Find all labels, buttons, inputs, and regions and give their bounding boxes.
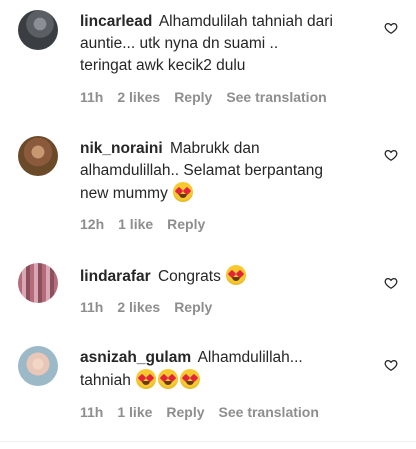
comment-text: nik_noraini Mabrukk dan alhamdulillah.. …: [80, 140, 323, 202]
comment-meta: 11h 2 likes Reply: [80, 299, 212, 315]
see-translation-link[interactable]: See translation: [219, 404, 319, 420]
likes-count[interactable]: 1 like: [117, 404, 152, 420]
avatar[interactable]: [18, 263, 58, 303]
reply-button[interactable]: Reply: [174, 299, 212, 315]
heart-outline-icon[interactable]: [384, 21, 398, 35]
heart-eyes-emoji: [180, 369, 201, 389]
likes-count[interactable]: 1 like: [118, 216, 153, 232]
likes-count[interactable]: 2 likes: [117, 89, 160, 105]
username[interactable]: lindarafar: [80, 268, 151, 285]
see-translation-link[interactable]: See translation: [226, 89, 326, 105]
comment-time: 11h: [80, 89, 104, 105]
avatar[interactable]: [18, 346, 58, 386]
username[interactable]: nik_noraini: [80, 140, 163, 157]
heart-outline-icon[interactable]: [384, 276, 398, 290]
reply-button[interactable]: Reply: [174, 89, 212, 105]
reply-button[interactable]: Reply: [167, 216, 205, 232]
likes-count[interactable]: 2 likes: [117, 299, 160, 315]
username[interactable]: asnizah_gulam: [80, 349, 191, 366]
heart-eyes-emoji: [173, 182, 194, 202]
comment-meta: 12h 1 like Reply: [80, 216, 205, 232]
reply-button[interactable]: Reply: [166, 404, 204, 420]
comment-meta: 11h 1 like Reply See translation: [80, 404, 319, 420]
divider: [0, 441, 416, 442]
comment-meta: 11h 2 likes Reply See translation: [80, 89, 327, 105]
heart-eyes-emoji: [136, 369, 157, 389]
heart-eyes-emoji: [226, 265, 247, 285]
comment-text: lincarlead Alhamdulilah tahniah dari aun…: [80, 13, 333, 74]
heart-eyes-emoji: [158, 369, 179, 389]
avatar[interactable]: [18, 136, 58, 176]
username[interactable]: lincarlead: [80, 13, 152, 30]
comment-time: 11h: [80, 404, 104, 420]
avatar[interactable]: [18, 10, 58, 50]
comment-time: 12h: [80, 216, 105, 232]
heart-outline-icon[interactable]: [384, 358, 398, 372]
comment-text: asnizah_gulam Alhamdulillah... tahniah: [80, 349, 303, 389]
comment-text: lindarafar Congrats: [80, 265, 376, 288]
heart-outline-icon[interactable]: [384, 148, 398, 162]
comment-time: 11h: [80, 299, 104, 315]
